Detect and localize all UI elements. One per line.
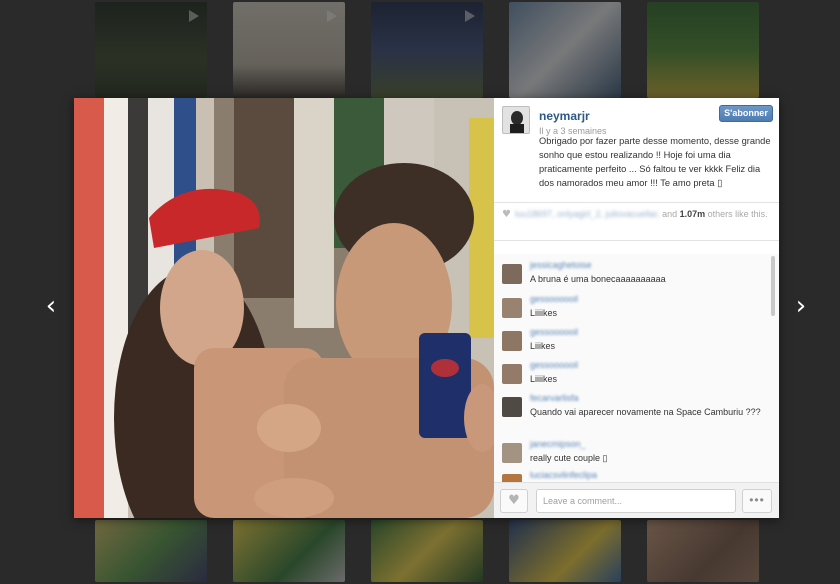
commenter-avatar[interactable] xyxy=(502,364,522,384)
post-caption: Obrigado por fazer parte desse momento, … xyxy=(539,136,771,188)
likes-and: and xyxy=(659,209,680,219)
comment-footer: ♥ ••• xyxy=(494,482,779,518)
commenter-username[interactable]: janecmipson_ xyxy=(530,439,586,449)
commenter-avatar[interactable] xyxy=(502,443,522,463)
commenter-avatar[interactable] xyxy=(502,397,522,417)
likes-count[interactable]: 1.07m xyxy=(680,209,706,219)
like-heart-icon[interactable]: ♥ xyxy=(500,489,528,513)
commenter-username[interactable]: jessicaghetoise xyxy=(530,260,592,270)
comment-item: gessoooooil Liiikes xyxy=(502,327,762,357)
commenter-avatar[interactable] xyxy=(502,331,522,351)
comments-list[interactable]: jessicaghetoise A bruna é uma bonecaaaaa… xyxy=(494,254,779,482)
username-link[interactable]: neymarjr xyxy=(539,109,590,123)
likes-summary: ♥ luu18697, onlyagirl_2, juliovacuellar, … xyxy=(502,208,772,221)
previous-arrow-icon[interactable]: ‹ xyxy=(42,292,60,320)
comment-text: really cute couple ▯ xyxy=(530,453,608,463)
photo-illustration xyxy=(74,98,494,518)
post-modal: neymarjr Il y a 3 semaines S'abonner Obr… xyxy=(74,98,779,518)
commenter-avatar[interactable] xyxy=(502,474,522,482)
comment-item: janecmipson_ really cute couple ▯ xyxy=(502,439,762,469)
comment-text: A bruna é uma bonecaaaaaaaaaa xyxy=(530,274,666,284)
heart-icon: ♥ xyxy=(502,209,511,220)
commenter-username[interactable]: gessoooooil xyxy=(530,294,578,304)
comment-item: gessoooooil Liiiikes xyxy=(502,360,762,390)
more-options-button[interactable]: ••• xyxy=(742,489,772,513)
comment-item: gessoooooil Liiiikes xyxy=(502,294,762,324)
comment-text: Liiikes xyxy=(530,341,556,351)
divider xyxy=(494,202,779,203)
commenter-avatar[interactable] xyxy=(502,298,522,318)
post-photo xyxy=(74,98,494,518)
comment-text: Quando vai aparecer novamente na Space C… xyxy=(530,407,761,417)
comment-item: luciacsvlinfeclipa xyxy=(502,470,762,482)
follow-button[interactable]: S'abonner xyxy=(719,105,773,122)
comment-item: jessicaghetoise A bruna é uma bonecaaaaa… xyxy=(502,260,762,290)
comment-text: Liiiikes xyxy=(530,374,558,384)
commenter-username[interactable]: gessoooooil xyxy=(530,327,578,337)
comment-item: fecarvarlisfa Quando vai aparecer novame… xyxy=(502,393,762,435)
likes-suffix: others like this. xyxy=(705,209,768,219)
user-avatar[interactable] xyxy=(502,106,530,134)
commenter-username[interactable]: luciacsvlinfeclipa xyxy=(530,470,597,480)
commenter-username[interactable]: fecarvarlisfa xyxy=(530,393,579,403)
post-sidebar: neymarjr Il y a 3 semaines S'abonner Obr… xyxy=(494,98,779,518)
avatar-image xyxy=(503,107,529,133)
next-arrow-icon[interactable]: › xyxy=(792,292,810,320)
comments-scrollbar[interactable] xyxy=(771,256,775,316)
likers-list[interactable]: luu18697, onlyagirl_2, juliovacuellar, xyxy=(515,209,660,219)
commenter-avatar[interactable] xyxy=(502,264,522,284)
comment-input[interactable] xyxy=(536,489,736,513)
divider xyxy=(494,240,779,241)
comment-text: Liiiikes xyxy=(530,308,558,318)
commenter-username[interactable]: gessoooooil xyxy=(530,360,578,370)
